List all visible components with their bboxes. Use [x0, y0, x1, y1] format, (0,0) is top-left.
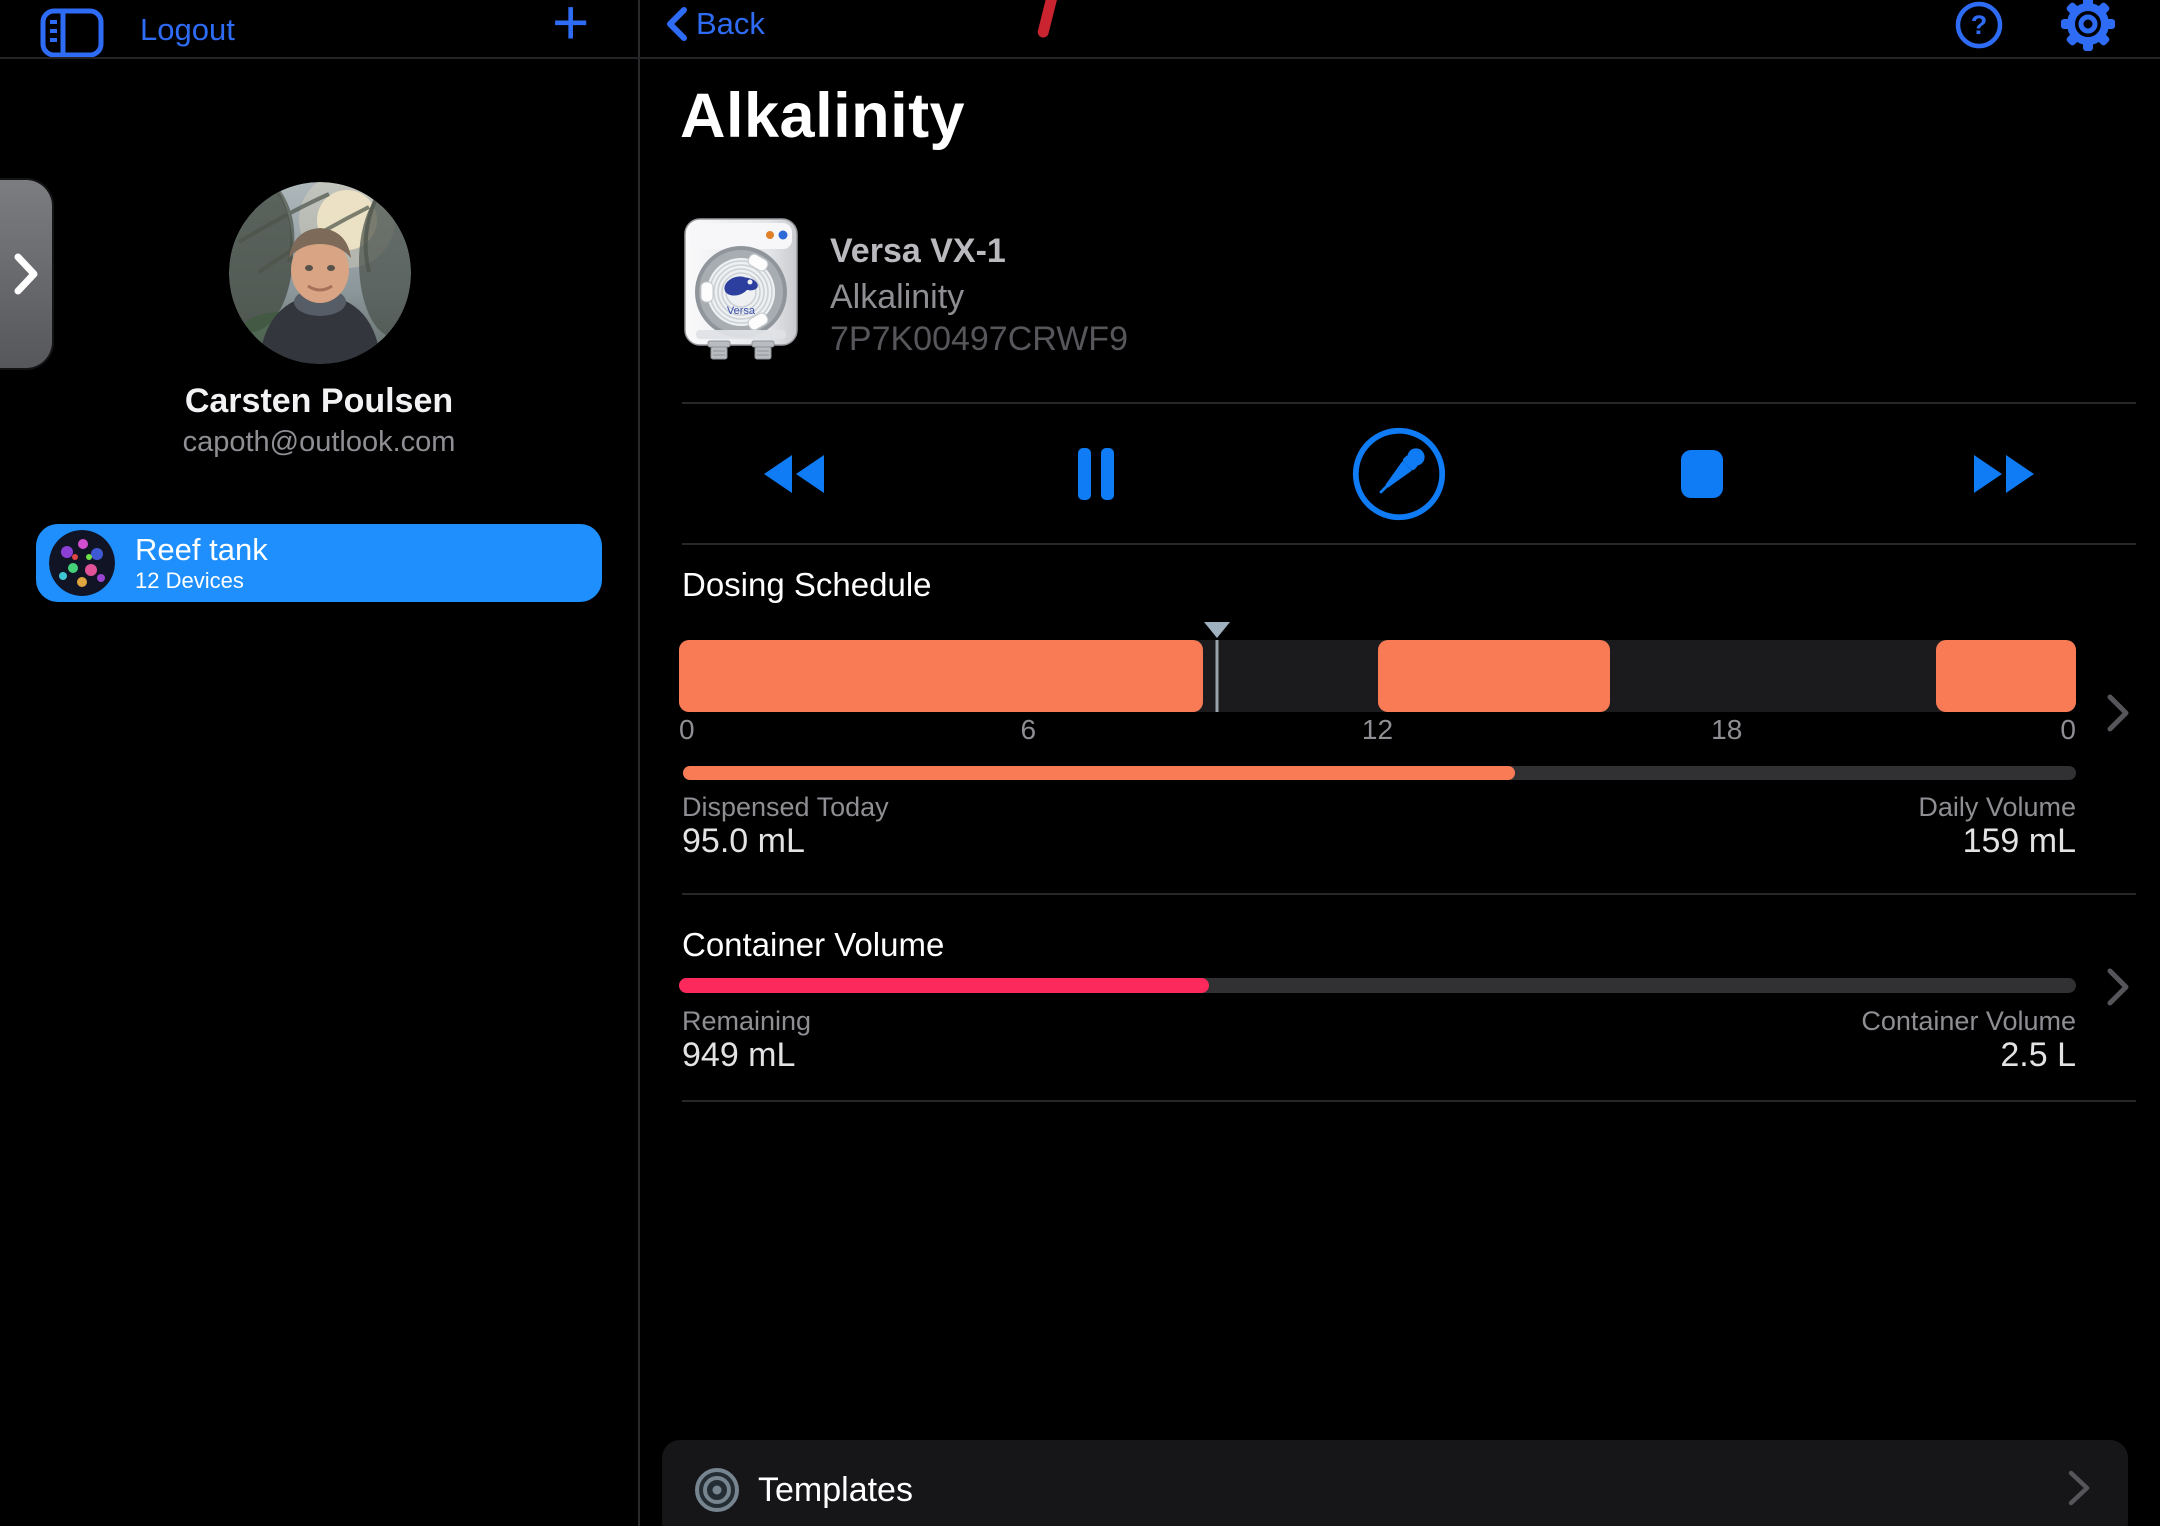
- container-fill: [679, 978, 1209, 993]
- sidebar-expand-handle[interactable]: [0, 178, 54, 370]
- axis-tick-label: 0: [2060, 714, 2076, 746]
- panel-divider: [638, 0, 640, 1526]
- schedule-track[interactable]: [679, 640, 2076, 712]
- rewind-button[interactable]: [745, 426, 841, 522]
- gear-icon: [2060, 0, 2116, 52]
- stop-icon: [1680, 449, 1724, 499]
- axis-tick-label: 0: [679, 714, 695, 746]
- chevron-right-icon: [13, 252, 39, 296]
- axis-tick-label: 18: [1711, 714, 1742, 746]
- fast-forward-icon: [1974, 453, 2036, 495]
- chevron-right-icon: [2104, 692, 2132, 734]
- fast-forward-button[interactable]: [1957, 426, 2053, 522]
- sidebar: Logout +: [0, 0, 638, 1526]
- current-time-marker: [1204, 622, 1230, 638]
- remaining-value: 949 mL: [682, 1036, 795, 1075]
- dispensed-progressbar: [683, 766, 2076, 780]
- dosing-schedule-title: Dosing Schedule: [682, 566, 932, 604]
- dispensed-value: 95.0 mL: [682, 822, 805, 861]
- divider: [682, 893, 2136, 895]
- schedule-detail-chevron[interactable]: [2104, 692, 2132, 739]
- axis-tick-label: 12: [1362, 714, 1393, 746]
- user-email: capoth@outlook.com: [0, 426, 638, 459]
- templates-chevron: [2066, 1468, 2092, 1513]
- container-volume-title: Container Volume: [682, 926, 944, 964]
- schedule-segment: [1378, 640, 1611, 712]
- device-serial: 7P7K00497CRWF9: [830, 320, 1128, 359]
- settings-button[interactable]: [2060, 0, 2116, 57]
- container-capacity-value: 2.5 L: [1676, 1036, 2076, 1075]
- tank-name: Reef tank: [135, 532, 268, 568]
- divider: [682, 402, 2136, 404]
- help-button[interactable]: ?: [1954, 0, 2004, 55]
- pause-button[interactable]: [1048, 426, 1144, 522]
- container-progressbar: [679, 978, 2076, 993]
- templates-label: Templates: [758, 1471, 913, 1510]
- app-screen: Logout +: [0, 0, 2160, 1526]
- rewind-icon: [762, 453, 824, 495]
- divider: [682, 1100, 2136, 1102]
- question-mark-glyph: ?: [1971, 10, 1988, 40]
- sidebar-item-reef-tank[interactable]: Reef tank 12 Devices: [36, 524, 602, 602]
- daily-volume-value: 159 mL: [1676, 822, 2076, 861]
- container-detail-chevron[interactable]: [2104, 966, 2132, 1013]
- eyedropper-icon: [1351, 424, 1447, 524]
- device-name: Versa VX-1: [830, 232, 1006, 271]
- dispensed-label: Dispensed Today: [682, 792, 889, 823]
- pause-icon: [1076, 447, 1116, 501]
- status-led-blue: [779, 231, 788, 240]
- status-led-orange: [766, 231, 774, 239]
- templates-button[interactable]: Templates: [662, 1440, 2128, 1526]
- navbar-hairline: [0, 57, 2160, 59]
- back-button[interactable]: Back: [666, 6, 765, 42]
- back-label: Back: [696, 6, 765, 42]
- dispensed-fill: [683, 766, 1515, 780]
- add-button[interactable]: +: [552, 0, 589, 54]
- manual-dose-button[interactable]: [1351, 426, 1447, 522]
- user-name: Carsten Poulsen: [0, 382, 638, 421]
- sidebar-toggle-icon[interactable]: [40, 8, 104, 63]
- current-time-marker-line: [1216, 640, 1219, 712]
- device-mode: Alkalinity: [830, 278, 964, 317]
- axis-tick-label: 6: [1020, 714, 1036, 746]
- device-image: Versa: [682, 214, 800, 367]
- versa-logo-text: Versa: [727, 305, 756, 317]
- divider: [682, 543, 2136, 545]
- schedule-axis: 0 6 12 18 0: [679, 714, 2076, 748]
- user-avatar: [229, 182, 411, 364]
- remaining-label: Remaining: [682, 1006, 811, 1037]
- templates-bullseye-icon: [694, 1467, 740, 1513]
- schedule-segment: [679, 640, 1203, 712]
- container-capacity-label: Container Volume: [1676, 1006, 2076, 1037]
- page-title: Alkalinity: [680, 80, 965, 152]
- red-annotation-mark: [1037, 0, 1059, 39]
- schedule-segment: [1936, 640, 2076, 712]
- logout-button[interactable]: Logout: [140, 12, 235, 48]
- chevron-left-icon: [666, 6, 688, 42]
- tank-device-count: 12 Devices: [135, 568, 268, 594]
- tank-thumbnail: [49, 530, 115, 596]
- daily-volume-label: Daily Volume: [1676, 792, 2076, 823]
- stop-button[interactable]: [1654, 426, 1750, 522]
- chevron-right-icon: [2104, 966, 2132, 1008]
